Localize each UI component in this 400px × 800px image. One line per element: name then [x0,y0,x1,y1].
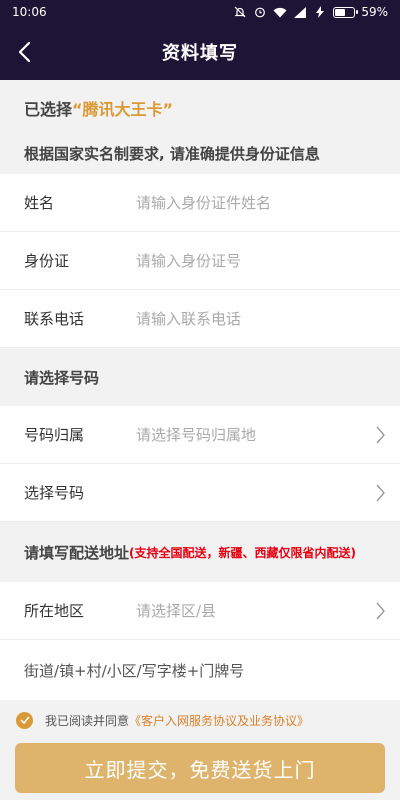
street-address-input[interactable]: 街道/镇+村/小区/写字楼+门牌号 [24,660,400,681]
hd-signal-icon [293,6,307,18]
number-location-select[interactable]: 请选择号码归属地 [136,424,360,445]
agreement-text: 我已阅读并同意 [45,713,130,728]
battery-percent: 59% [361,5,388,19]
alarm-icon [253,6,267,18]
page-title: 资料填写 [162,43,238,64]
selected-prefix: 已选择 [24,100,73,119]
status-icons: 59% [233,5,388,19]
number-location-label: 号码归属 [24,426,85,444]
phone-label: 联系电话 [24,310,85,328]
agreement-checkbox[interactable] [16,711,33,729]
back-button[interactable] [8,36,40,68]
number-section-title: 请选择号码 [0,348,400,406]
realname-notice-text: 根据国家实名制要求, 请准确提供身份证信息 [24,144,320,163]
name-input[interactable]: 请输入身份证件姓名 [136,192,400,213]
charging-icon [313,6,327,18]
number-section-title-text: 请选择号码 [24,368,100,387]
header-bar: 资料填写 [0,24,400,80]
checkmark-icon [19,716,30,724]
chevron-right-icon [360,582,400,640]
submit-button[interactable]: 立即提交，免费送货上门 [15,743,385,793]
region-select[interactable]: 请选择区/县 [136,600,360,621]
wifi-icon [273,6,287,18]
choose-number-label: 选择号码 [24,484,85,502]
phone-field[interactable]: 联系电话 请输入联系电话 [0,290,400,348]
name-field[interactable]: 姓名 请输入身份证件姓名 [0,174,400,232]
chevron-right-icon [360,464,400,522]
bell-muted-icon [233,6,247,18]
street-address-row[interactable]: 街道/镇+村/小区/写字楼+门牌号 [0,640,400,700]
id-number-label: 身份证 [24,252,70,270]
number-location-row[interactable]: 号码归属 请选择号码归属地 [0,406,400,464]
region-row[interactable]: 所在地区 请选择区/县 [0,582,400,640]
name-label: 姓名 [24,194,55,212]
address-section-title-text: 请填写配送地址 [24,543,130,562]
chevron-right-icon [360,406,400,464]
battery-icon [333,6,359,18]
status-time: 10:06 [12,5,47,19]
status-bar: 10:06 59% [0,0,400,24]
region-label: 所在地区 [24,602,85,620]
id-number-field[interactable]: 身份证 请输入身份证号 [0,232,400,290]
selected-card-line: 已选择 “腾讯大王卡” [0,84,400,132]
address-section-title: 请填写配送地址 (支持全国配送，新疆、西藏仅限省内配送) [0,522,400,582]
chevron-left-icon [18,41,31,63]
delivery-note: (支持全国配送，新疆、西藏仅限省内配送) [129,545,356,560]
choose-number-row[interactable]: 选择号码 [0,464,400,522]
selected-card-name: “腾讯大王卡” [72,100,174,119]
phone-input[interactable]: 请输入联系电话 [136,308,400,329]
agreement-link[interactable]: 《客户入网服务协议及业务协议》 [129,712,309,729]
battery-fill [335,8,346,16]
agreement-row: 我已阅读并同意 《客户入网服务协议及业务协议》 [0,700,400,740]
realname-notice: 根据国家实名制要求, 请准确提供身份证信息 [0,132,400,174]
id-number-input[interactable]: 请输入身份证号 [136,250,400,271]
